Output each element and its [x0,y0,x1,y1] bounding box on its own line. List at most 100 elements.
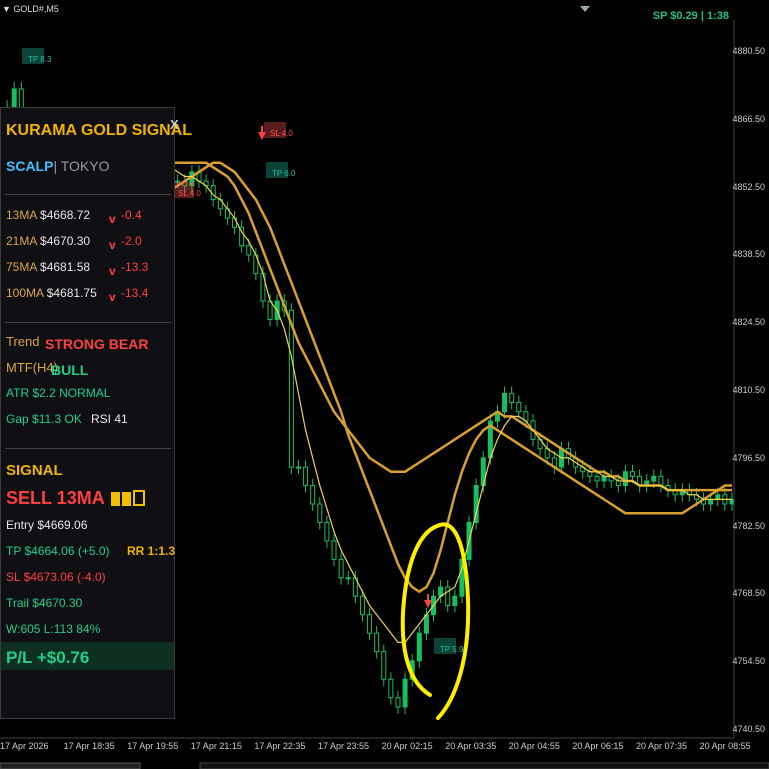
candle-body [232,217,238,228]
signal-panel: KURAMA GOLD SIGNAL SCALP| TOKYO Trend ST… [0,107,192,719]
y-tick-label: 4810.50 [732,385,765,395]
candle-body [445,586,451,606]
x-tick-label: 17 Apr 19:55 [127,741,179,751]
candle-body [317,503,323,523]
candle-body [310,485,316,505]
candle-body [367,614,373,634]
ma-delta: -13.3 [121,260,149,274]
ma-value: $4681.58 [36,260,91,274]
candle-body [359,595,365,616]
atr-readout: ATR $2.2 NORMAL [6,386,111,400]
candle-body [295,466,301,469]
x-tick-label: 17 Apr 23:55 [318,741,370,751]
mode-tokyo-tab[interactable]: TOKYO [61,158,110,174]
ma-row: 75MA $4681.58 [6,260,90,274]
divider [5,194,171,195]
mode-scalp-tab[interactable]: SCALP [6,158,53,174]
signal-strength-icon [111,490,145,509]
panel-title: KURAMA GOLD SIGNAL [6,122,193,139]
trade-annotation-label: SL 4.0 [178,189,201,198]
trend-label: Trend [6,334,40,349]
candle-body [324,521,330,542]
sell-arrow-icon [424,594,432,608]
down-arrow-icon: v [109,290,116,304]
symbol-label: ▼ GOLD#,M5 [2,4,59,14]
trade-annotation-label: TP 8.3 [28,55,52,64]
candle-body [395,697,401,708]
candle-body [729,498,735,505]
pl-readout: P/L +$0.76 [6,648,90,667]
candle-body [381,651,387,680]
ma-label: 21MA [6,234,37,248]
shift-marker-icon [580,6,590,12]
ma-delta: -13.4 [121,286,149,300]
rsi-readout: RSI 41 [91,412,128,426]
x-tick-label: 20 Apr 03:35 [445,741,497,751]
candle-body [11,88,17,108]
divider [5,322,171,323]
candle-body [303,466,309,487]
ma-row: 100MA $4681.75 [6,286,97,300]
candle-body [288,309,294,468]
ma-row: 13MA $4668.72 [6,208,90,222]
trade-annotation-label: TP 5.9 [440,645,464,654]
y-tick-label: 4796.50 [732,452,765,463]
x-tick-label: 17 Apr 18:35 [63,741,115,751]
trade-annotation-label: SL 4.0 [270,129,293,138]
signal-label: SIGNAL [6,462,63,479]
signal-value: SELL 13MA [6,488,105,508]
x-tick-label: 20 Apr 02:15 [381,741,433,751]
x-tick-label: 20 Apr 08:55 [699,741,751,751]
x-tick-label: 20 Apr 06:15 [572,741,624,751]
down-arrow-icon: v [109,264,116,278]
ma-value: $4681.75 [43,286,97,300]
candle-body [615,480,621,487]
sl-readout: SL $4673.06 (-4.0) [6,570,106,584]
x-tick-label: 17 Apr 22:35 [254,741,306,751]
mtf-value: BULL [51,362,89,378]
candle-body [516,402,522,413]
ma-value: $4668.72 [36,208,91,222]
winloss-readout: W:605 L:113 84% [6,622,101,636]
tp-readout: TP $4664.06 (+5.0) [6,544,110,558]
ma-label: 75MA [6,260,37,274]
y-tick-label: 4768.50 [732,588,765,599]
down-arrow-icon: v [109,238,116,252]
candle-body [345,577,351,580]
candle-body [509,392,515,404]
x-tick-label: 20 Apr 04:55 [508,741,560,751]
x-tick-label: 17 Apr 21:15 [190,741,242,751]
candle-body [502,392,508,413]
y-tick-label: 4740.50 [732,724,765,734]
y-tick-label: 4866.50 [732,113,765,124]
candle-body [601,475,607,482]
x-tick-label: 20 Apr 07:35 [636,741,688,751]
divider [5,448,171,449]
rr-readout: RR 1:1.3 [127,544,176,558]
scrollbar-track [199,762,769,769]
candle-body [587,471,593,477]
candle-body [416,632,422,662]
entry-readout: Entry $4669.06 [6,518,88,532]
y-tick-label: 4838.50 [732,249,765,260]
candle-body [651,475,657,482]
ma-label: 100MA [6,286,44,300]
candle-body [175,180,181,183]
highlight-circle [400,522,471,720]
scrollbar [0,762,141,769]
y-tick-label: 4852.50 [732,181,765,192]
close-icon[interactable]: X [170,117,179,132]
candle-body [594,475,600,482]
ma-value: $4670.30 [36,234,91,248]
y-tick-label: 4824.50 [732,317,765,328]
candle-body [708,498,714,505]
candle-body [374,632,380,653]
candle-body [246,245,252,256]
candle-body [388,678,394,699]
candle-body [715,494,721,500]
ma-label: 13MA [6,208,37,222]
candle-body [338,558,344,579]
gap-readout: Gap $11.3 OK [6,412,82,426]
y-tick-label: 4880.50 [732,46,765,56]
candle-body [452,595,458,606]
